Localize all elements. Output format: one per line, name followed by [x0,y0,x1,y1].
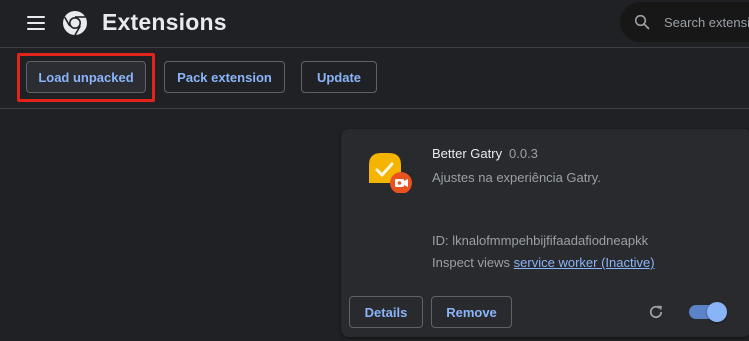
enable-toggle[interactable] [689,302,727,322]
details-button[interactable]: Details [349,296,423,328]
load-unpacked-button[interactable]: Load unpacked [26,61,146,93]
page-title: Extensions [102,9,227,35]
app-header: Extensions [0,0,749,48]
extension-id: ID: lknalofmmpehbijfifaadafiodneapkk [432,233,649,248]
search-box[interactable] [620,2,749,42]
update-button[interactable]: Update [301,61,377,93]
inspect-views-row: Inspect views service worker (Inactive) [432,255,655,270]
menu-icon[interactable] [27,15,47,31]
reload-icon[interactable] [647,303,665,321]
inspect-views-label: Inspect views [432,255,511,270]
extensions-list: Better Gatry 0.0.3 Ajustes na experiênci… [0,110,749,341]
extension-description: Ajustes na experiência Gatry. [432,170,601,185]
extension-version: 0.0.3 [509,146,538,161]
search-icon [634,14,650,30]
dev-toolbar: Load unpacked Pack extension Update [0,49,749,109]
pack-extension-button[interactable]: Pack extension [164,61,285,93]
chrome-logo-icon [63,11,87,36]
remove-button[interactable]: Remove [431,296,512,328]
extension-icon [369,153,412,193]
toggle-knob [707,302,727,322]
extension-card: Better Gatry 0.0.3 Ajustes na experiênci… [341,129,749,337]
extension-name: Better Gatry [432,146,503,161]
search-input[interactable] [664,12,749,32]
service-worker-link[interactable]: service worker (Inactive) [514,255,655,270]
